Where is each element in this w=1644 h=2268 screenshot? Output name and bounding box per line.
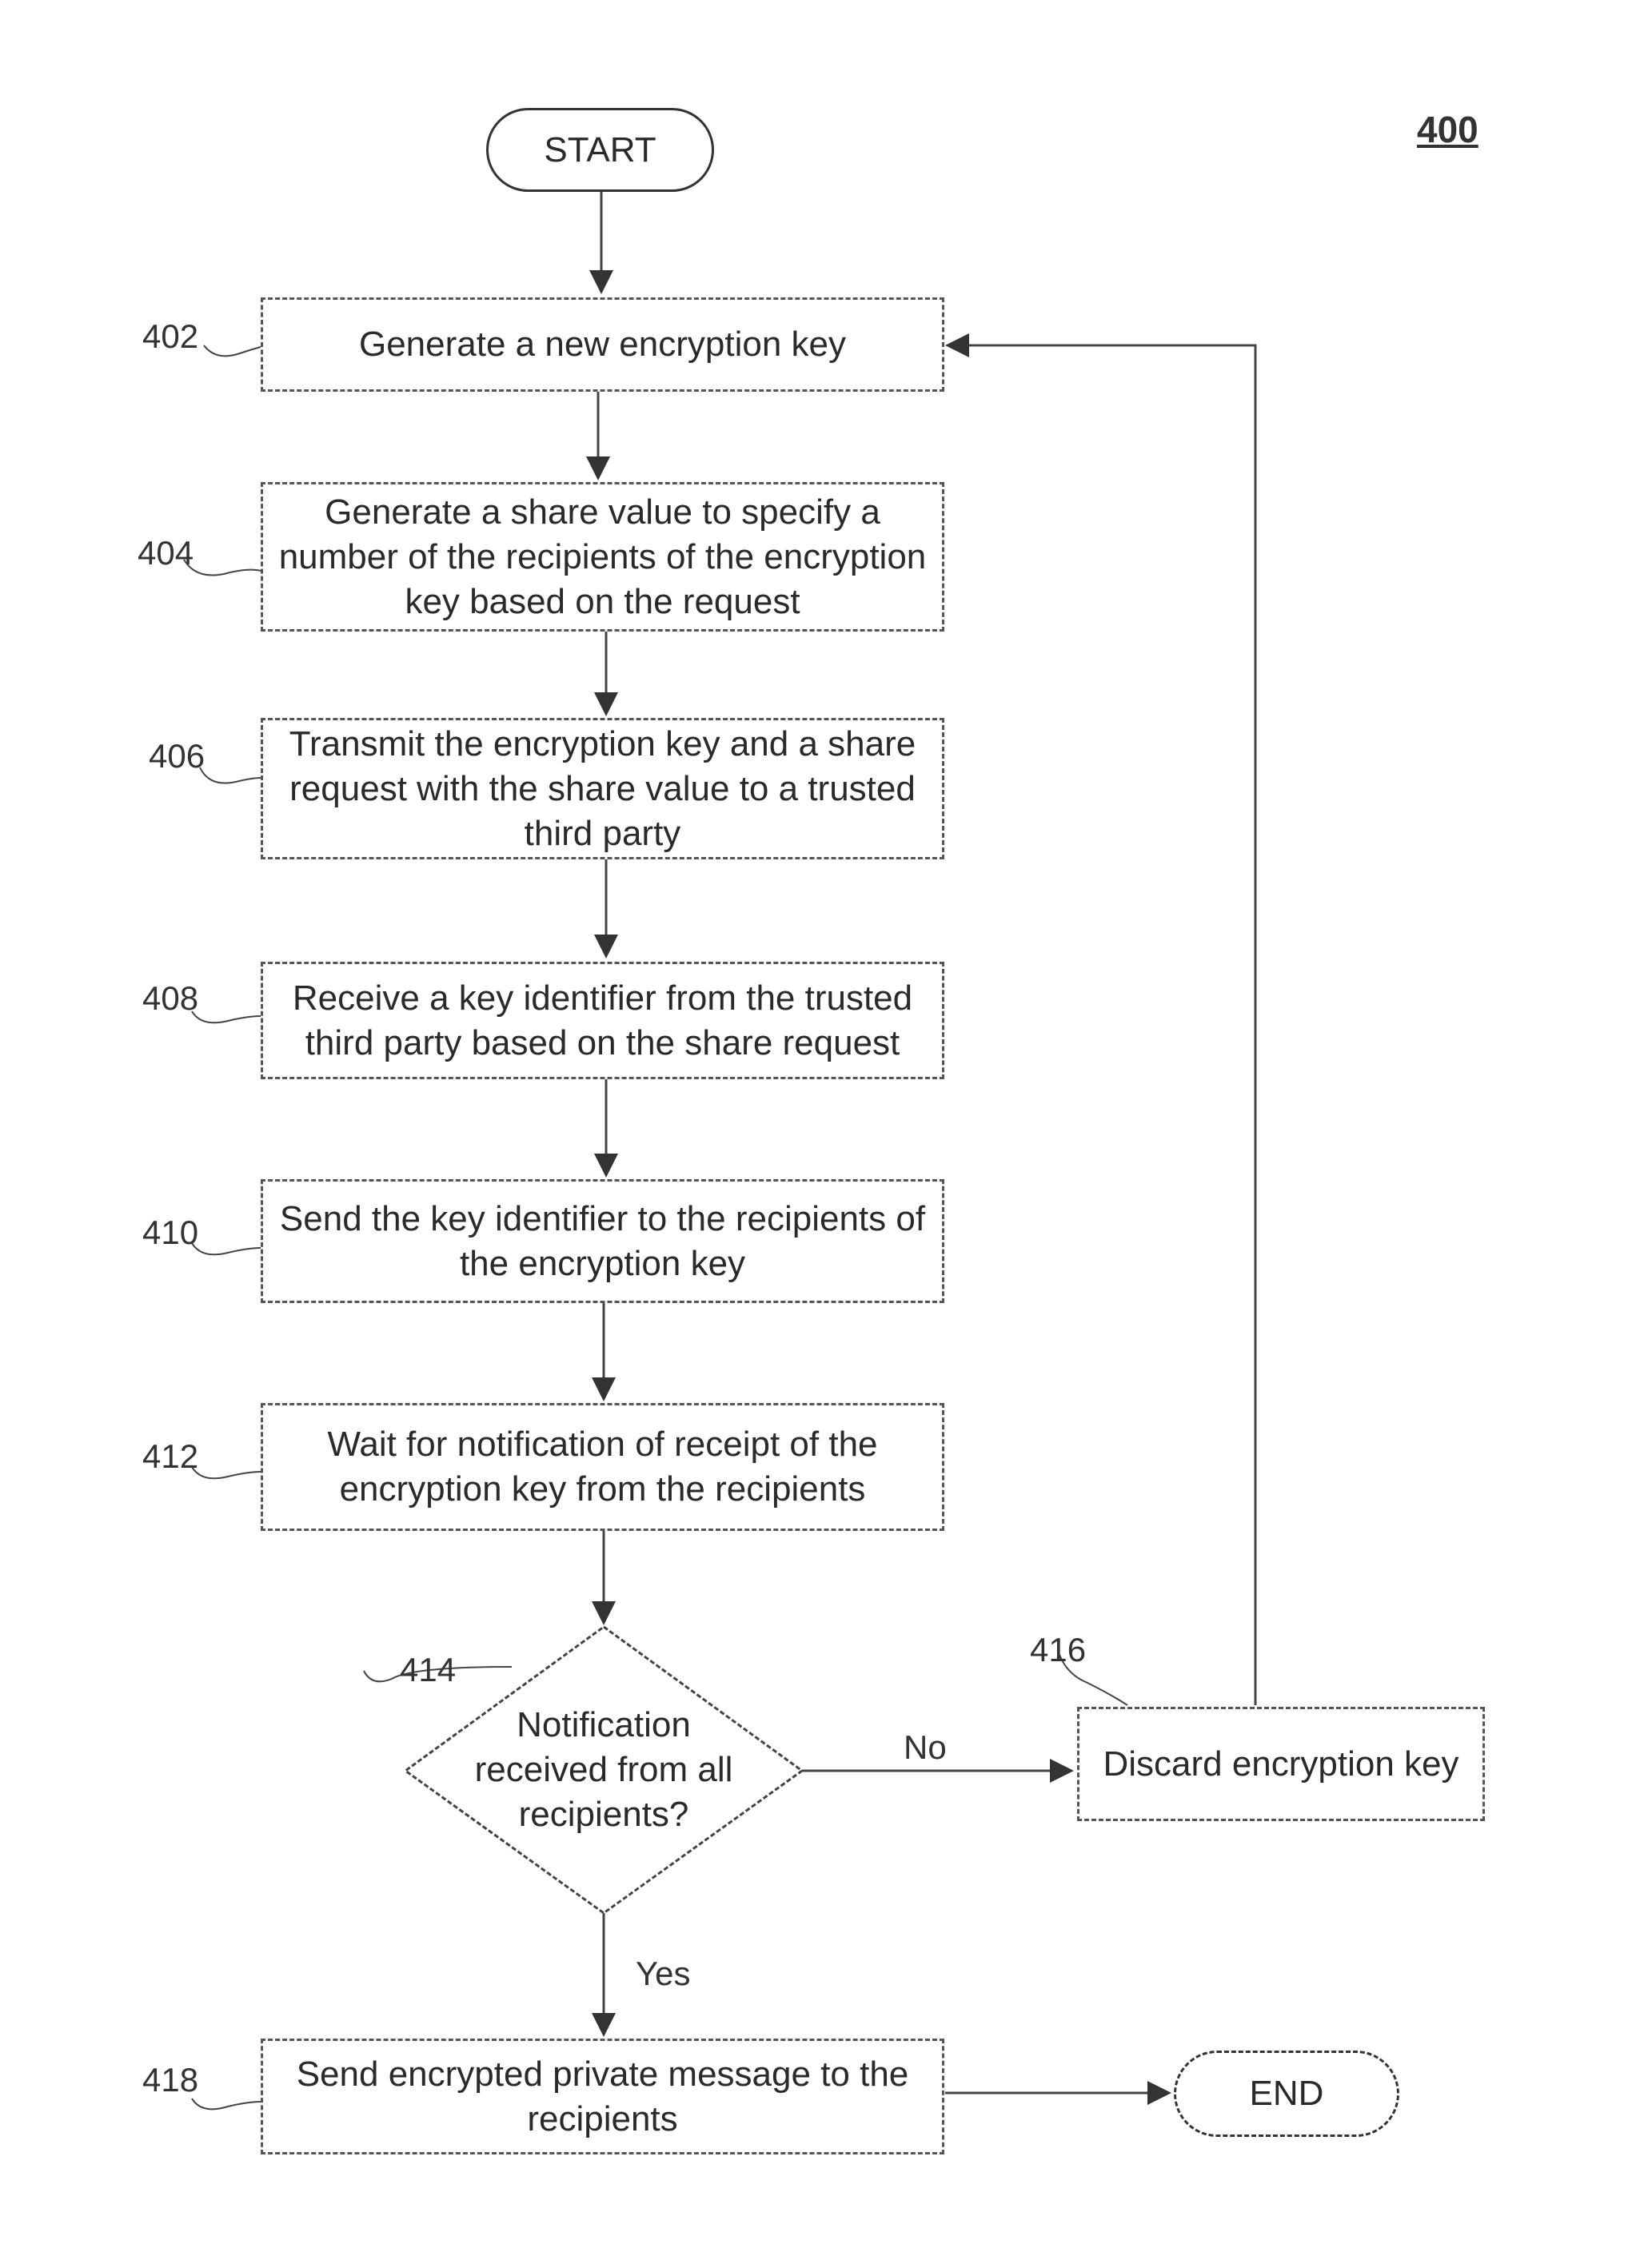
figure-number: 400: [1417, 109, 1478, 150]
ref-408: 408: [142, 979, 199, 1017]
step-412-wait-notification: Wait for notification of receipt of the …: [261, 1403, 944, 1531]
step-418-send-message: Send encrypted private message to the re…: [261, 2039, 944, 2154]
step-402-generate-key: Generate a new encryption key: [261, 297, 944, 392]
ref-406: 406: [149, 737, 206, 775]
ref-410: 410: [142, 1214, 199, 1251]
leader-404: [183, 559, 261, 576]
step-410-send-identifier: Send the key identifier to the recipient…: [261, 1179, 944, 1303]
leader-412: [191, 1466, 261, 1480]
branch-no-label: No: [904, 1728, 947, 1766]
end-terminal: END: [1174, 2051, 1399, 2137]
decision-414-text: Notification received from all recipient…: [474, 1705, 733, 1834]
leader-418: [191, 2098, 261, 2111]
leader-408: [191, 1010, 261, 1024]
ref-414: 414: [400, 1651, 457, 1688]
branch-yes-label: Yes: [636, 1955, 691, 1992]
step-408-receive-identifier: Receive a key identifier from the truste…: [261, 962, 944, 1079]
step-416-discard-key: Discard encryption key: [1077, 1707, 1485, 1821]
leader-402: [203, 345, 261, 357]
ref-416: 416: [1030, 1631, 1087, 1668]
step-406-transmit-key: Transmit the encryption key and a share …: [261, 718, 944, 859]
ref-418: 418: [142, 2061, 199, 2099]
ref-412: 412: [142, 1437, 199, 1475]
leader-410: [191, 1242, 261, 1256]
arrow-416-402-loop: [945, 333, 1257, 1705]
ref-402: 402: [142, 317, 199, 355]
step-404-share-value: Generate a share value to specify a numb…: [261, 482, 944, 632]
leader-406: [199, 767, 261, 784]
start-terminal: START: [486, 108, 714, 192]
ref-404: 404: [138, 534, 194, 572]
